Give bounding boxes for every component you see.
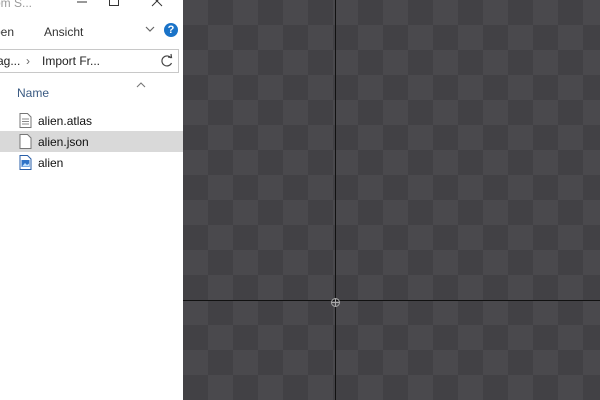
text-file-icon xyxy=(19,113,32,128)
maximize-icon xyxy=(109,0,119,6)
window-title: om S... xyxy=(0,0,33,10)
chevron-down-icon xyxy=(145,26,155,32)
refresh-button[interactable] xyxy=(156,49,179,73)
minimize-button[interactable] xyxy=(75,0,89,10)
list-item[interactable]: alien xyxy=(0,152,183,173)
breadcrumb-current[interactable]: Import Fr... xyxy=(42,54,100,68)
tab-open[interactable]: ben xyxy=(0,25,14,39)
help-icon: ? xyxy=(167,24,175,36)
vertical-axis-line xyxy=(335,0,336,400)
breadcrumb-separator-icon[interactable]: › xyxy=(26,54,30,68)
tab-view[interactable]: Ansicht xyxy=(44,25,83,39)
file-name: alien.atlas xyxy=(38,114,93,128)
origin-marker-icon[interactable] xyxy=(330,295,341,307)
file-name: alien xyxy=(38,156,64,170)
blank-file-icon xyxy=(19,134,32,149)
close-icon xyxy=(151,0,163,7)
list-item[interactable]: alien.atlas xyxy=(0,110,183,131)
sort-ascending-icon xyxy=(136,76,146,88)
address-bar[interactable]: ag... › Import Fr... xyxy=(0,49,158,73)
editor-canvas[interactable] xyxy=(183,0,600,400)
minimize-icon xyxy=(77,1,87,3)
close-button[interactable] xyxy=(150,0,164,10)
file-explorer-window: om S... ben Ansicht ? ag... › Import Fr.… xyxy=(0,0,183,400)
horizontal-axis-line xyxy=(183,300,600,301)
ribbon-expand-button[interactable] xyxy=(144,22,156,34)
column-header-name[interactable]: Name xyxy=(17,86,49,100)
breadcrumb-parent[interactable]: ag... xyxy=(0,54,20,68)
refresh-icon xyxy=(161,53,173,67)
title-bar: om S... xyxy=(0,0,183,14)
help-button[interactable]: ? xyxy=(164,23,178,37)
list-item[interactable]: alien.json xyxy=(0,131,183,152)
maximize-button[interactable] xyxy=(107,0,121,10)
file-name: alien.json xyxy=(38,135,89,149)
image-file-icon xyxy=(19,155,32,170)
